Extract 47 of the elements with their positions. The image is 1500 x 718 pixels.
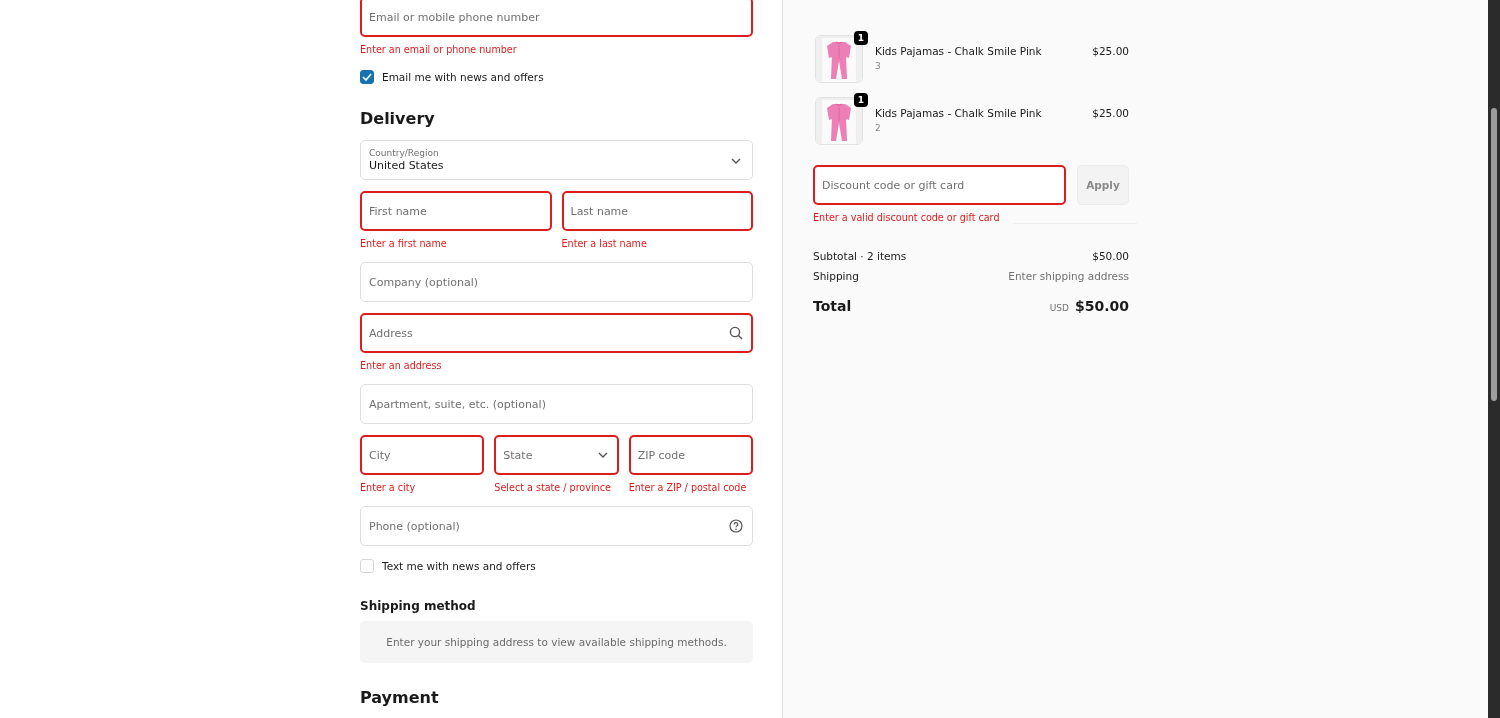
checkmark-icon: [362, 73, 372, 81]
summary-value: $50.00: [1092, 250, 1129, 262]
state-select[interactable]: State: [494, 435, 619, 475]
quantity-badge: 1: [854, 93, 868, 107]
shipping-notice: Enter your shipping address to view available shipping methods.: [360, 621, 753, 663]
currency-code: USD: [1049, 303, 1069, 313]
input-field[interactable]: First name: [360, 191, 552, 231]
product-variant: 2: [875, 123, 882, 133]
product-price: $25.00: [1092, 106, 1129, 119]
input-field[interactable]: City: [360, 435, 485, 475]
address-field[interactable]: Address: [360, 313, 753, 353]
discount-field[interactable]: Discount code or gift card: [813, 165, 1066, 205]
chevron-down-icon: [731, 158, 741, 164]
section-heading: Payment: [360, 687, 440, 709]
apply-button[interactable]: Apply: [1077, 165, 1129, 205]
input-field[interactable]: Email or mobile phone number: [360, 0, 753, 37]
scrollbar[interactable]: [1488, 0, 1500, 718]
country-select[interactable]: Country/Region United States: [360, 140, 753, 180]
summary-value: Enter shipping address: [1008, 270, 1129, 282]
input-field[interactable]: ZIP code: [628, 435, 753, 475]
product-name: Kids Pajamas - Chalk Smile Pink: [875, 45, 1043, 57]
summary-label: Shipping: [813, 270, 859, 282]
product-name: Kids Pajamas - Chalk Smile Pink: [875, 107, 1043, 119]
phone-field[interactable]: Phone (optional): [360, 506, 753, 546]
product-price: $25.00: [1092, 44, 1129, 57]
error-message: Enter a ZIP / postal code: [628, 481, 748, 495]
error-message: Enter an address: [360, 359, 443, 373]
quantity-badge: 1: [854, 31, 868, 45]
error-message: Enter an email or phone number: [360, 43, 518, 57]
search-icon: [729, 326, 743, 340]
error-message: Enter a first name: [360, 237, 448, 251]
section-heading: Delivery: [360, 108, 436, 130]
total-amount: $50.00: [1074, 298, 1129, 314]
help-icon: [729, 519, 743, 533]
chevron-down-icon: [597, 452, 608, 458]
input-field[interactable]: Last name: [561, 191, 753, 231]
error-message: Select a state / province: [494, 481, 612, 495]
error-message: Enter a city: [360, 481, 417, 495]
summary-label: Subtotal · 2 items: [813, 250, 907, 262]
section-heading: Shipping method: [360, 599, 477, 613]
checkbox-label: Email me with news and offers: [382, 71, 544, 83]
checkbox[interactable]: [360, 70, 374, 84]
error-message: Enter a last name: [561, 237, 648, 251]
checkbox-label: Text me with news and offers: [382, 560, 536, 572]
product-variant: 3: [875, 61, 882, 71]
total-label: Total: [813, 298, 852, 314]
error-message: Enter a valid discount code or gift card: [813, 211, 1001, 225]
